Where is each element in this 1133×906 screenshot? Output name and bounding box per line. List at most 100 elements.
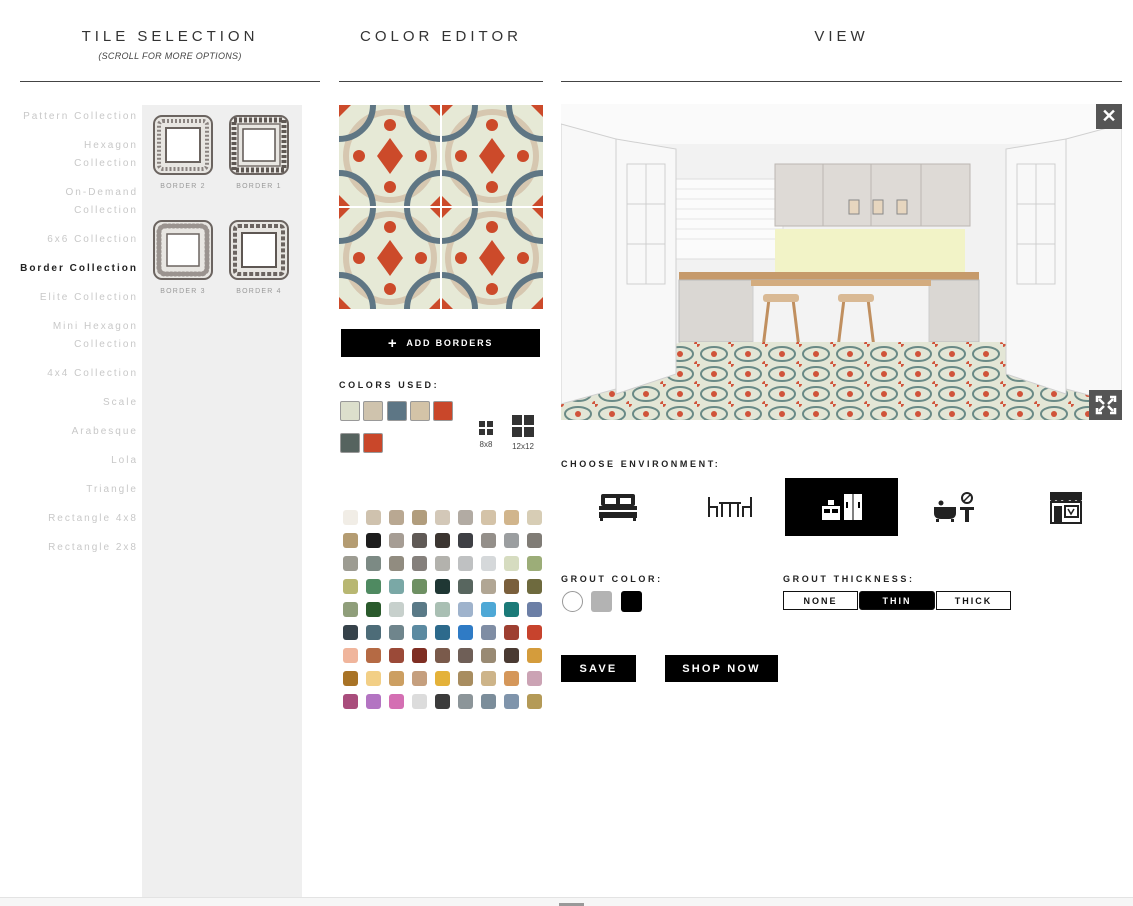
palette-swatch[interactable] (481, 533, 496, 548)
palette-swatch[interactable] (435, 556, 450, 571)
palette-swatch[interactable] (527, 671, 542, 686)
env-kitchen[interactable] (785, 478, 898, 536)
palette-swatch[interactable] (481, 648, 496, 663)
collection-item[interactable]: Rectangle 4x8 (20, 510, 138, 528)
palette-swatch[interactable] (435, 694, 450, 709)
palette-swatch[interactable] (458, 579, 473, 594)
collection-item[interactable]: Pattern Collection (20, 108, 138, 126)
palette-swatch[interactable] (389, 533, 404, 548)
palette-swatch[interactable] (366, 671, 381, 686)
palette-swatch[interactable] (504, 648, 519, 663)
palette-swatch[interactable] (389, 648, 404, 663)
palette-swatch[interactable] (458, 602, 473, 617)
palette-swatch[interactable] (504, 556, 519, 571)
close-icon[interactable]: ✕ (1096, 104, 1122, 129)
palette-swatch[interactable] (481, 510, 496, 525)
palette-swatch[interactable] (412, 579, 427, 594)
palette-swatch[interactable] (366, 510, 381, 525)
palette-swatch[interactable] (527, 625, 542, 640)
palette-swatch[interactable] (458, 671, 473, 686)
used-color-swatch[interactable] (340, 401, 360, 421)
palette-swatch[interactable] (481, 579, 496, 594)
tile-border-3[interactable]: BORDER 3 (152, 220, 214, 295)
collection-item-active[interactable]: Border Collection (20, 260, 138, 278)
used-color-swatch[interactable] (433, 401, 453, 421)
used-color-swatch[interactable] (340, 433, 360, 453)
palette-swatch[interactable] (504, 510, 519, 525)
grout-thickness-none[interactable]: NONE (783, 591, 858, 610)
palette-swatch[interactable] (481, 694, 496, 709)
grid-8x8-toggle[interactable]: 8x8 (474, 421, 498, 449)
palette-swatch[interactable] (412, 694, 427, 709)
used-color-swatch[interactable] (410, 401, 430, 421)
palette-swatch[interactable] (458, 556, 473, 571)
palette-swatch[interactable] (366, 648, 381, 663)
palette-swatch[interactable] (389, 694, 404, 709)
collection-item[interactable]: Arabesque (20, 423, 138, 441)
used-color-swatch[interactable] (363, 433, 383, 453)
palette-swatch[interactable] (366, 556, 381, 571)
env-bedroom[interactable] (561, 478, 674, 536)
palette-swatch[interactable] (343, 579, 358, 594)
palette-swatch[interactable] (527, 579, 542, 594)
collection-item[interactable]: Elite Collection (20, 289, 138, 307)
collection-item[interactable]: Rectangle 2x8 (20, 539, 138, 557)
palette-swatch[interactable] (366, 533, 381, 548)
shop-now-button[interactable]: SHOP NOW (665, 655, 778, 682)
palette-swatch[interactable] (366, 625, 381, 640)
collection-item[interactable]: 6x6 Collection (20, 231, 138, 249)
env-bathroom[interactable] (897, 478, 1010, 536)
palette-swatch[interactable] (412, 510, 427, 525)
tile-pattern-preview[interactable] (339, 105, 543, 309)
grout-thickness-thin[interactable]: THIN (859, 591, 935, 610)
palette-swatch[interactable] (389, 579, 404, 594)
grid-12x12-toggle[interactable]: 12x12 (507, 415, 539, 451)
collection-item[interactable]: Triangle (20, 481, 138, 499)
palette-swatch[interactable] (343, 625, 358, 640)
palette-swatch[interactable] (366, 602, 381, 617)
palette-swatch[interactable] (412, 671, 427, 686)
palette-swatch[interactable] (435, 602, 450, 617)
palette-swatch[interactable] (504, 625, 519, 640)
tile-border-2[interactable]: BORDER 2 (152, 115, 214, 190)
palette-swatch[interactable] (343, 510, 358, 525)
palette-swatch[interactable] (343, 556, 358, 571)
palette-swatch[interactable] (389, 625, 404, 640)
palette-swatch[interactable] (343, 671, 358, 686)
palette-swatch[interactable] (435, 671, 450, 686)
palette-swatch[interactable] (481, 625, 496, 640)
env-storefront[interactable] (1009, 478, 1122, 536)
palette-swatch[interactable] (435, 648, 450, 663)
palette-swatch[interactable] (481, 602, 496, 617)
palette-swatch[interactable] (527, 602, 542, 617)
palette-swatch[interactable] (481, 556, 496, 571)
palette-swatch[interactable] (366, 694, 381, 709)
collection-item[interactable]: On-Demand Collection (20, 184, 138, 220)
tile-border-4[interactable]: BORDER 4 (228, 220, 290, 295)
palette-swatch[interactable] (343, 602, 358, 617)
palette-swatch[interactable] (343, 648, 358, 663)
palette-swatch[interactable] (412, 648, 427, 663)
collection-item[interactable]: Mini Hexagon Collection (20, 318, 138, 354)
palette-swatch[interactable] (389, 510, 404, 525)
palette-swatch[interactable] (435, 579, 450, 594)
palette-swatch[interactable] (504, 602, 519, 617)
add-borders-button[interactable]: + ADD BORDERS (341, 329, 540, 357)
palette-swatch[interactable] (366, 579, 381, 594)
collection-item[interactable]: 4x4 Collection (20, 365, 138, 383)
palette-swatch[interactable] (412, 602, 427, 617)
collection-item[interactable]: Hexagon Collection (20, 137, 138, 173)
palette-swatch[interactable] (527, 533, 542, 548)
palette-swatch[interactable] (343, 694, 358, 709)
palette-swatch[interactable] (458, 510, 473, 525)
palette-swatch[interactable] (504, 579, 519, 594)
grout-color-gray[interactable] (591, 591, 612, 612)
env-dining[interactable] (673, 478, 786, 536)
palette-swatch[interactable] (389, 556, 404, 571)
palette-swatch[interactable] (435, 510, 450, 525)
used-color-swatch[interactable] (387, 401, 407, 421)
save-button[interactable]: SAVE (561, 655, 636, 682)
palette-swatch[interactable] (389, 671, 404, 686)
used-color-swatch[interactable] (363, 401, 383, 421)
grout-thickness-thick[interactable]: THICK (936, 591, 1011, 610)
